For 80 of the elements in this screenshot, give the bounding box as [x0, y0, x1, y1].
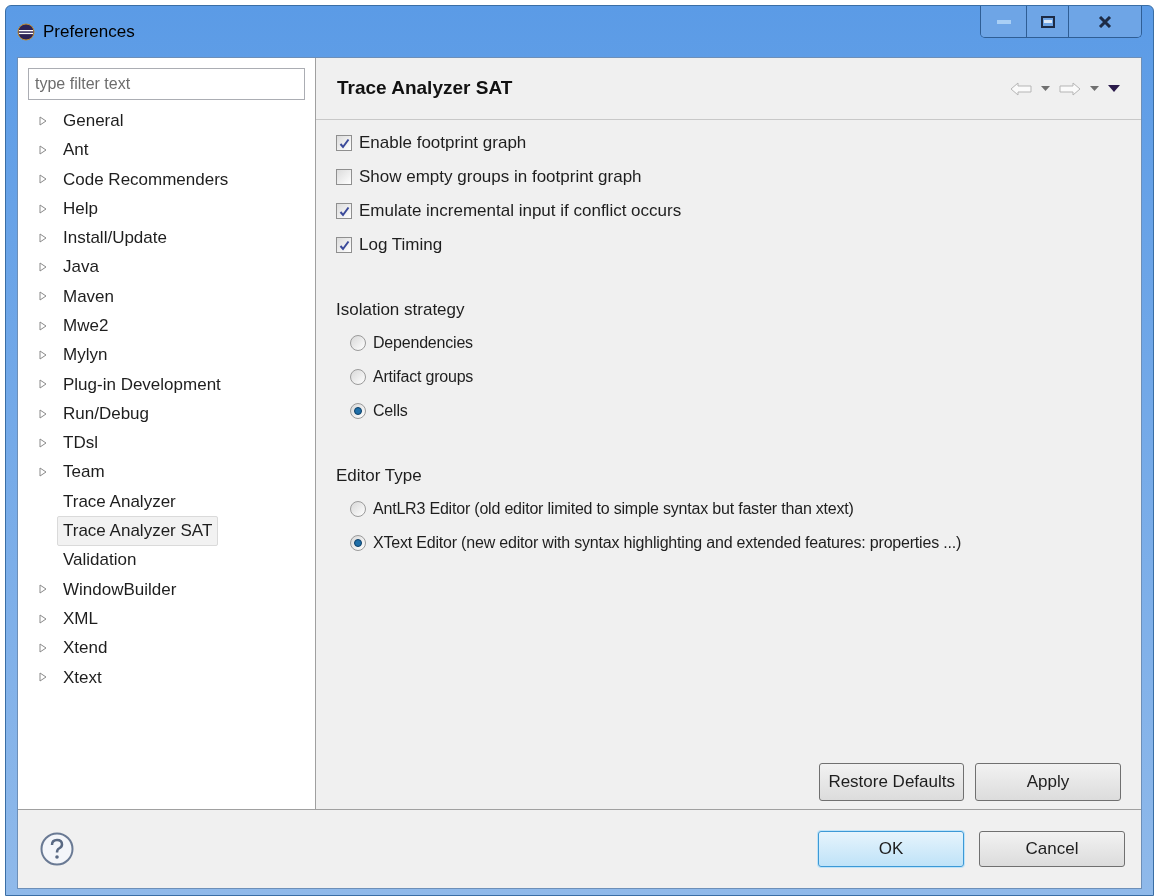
checkbox-label: Enable footprint graph [359, 132, 527, 155]
tree-item[interactable]: Validation [57, 545, 143, 575]
expand-icon[interactable] [38, 262, 47, 273]
checkmark-icon [338, 205, 350, 217]
close-icon [1098, 15, 1112, 28]
filter-field[interactable]: type filter text [28, 68, 305, 100]
minimize-icon [996, 19, 1011, 24]
minimize-button[interactable] [981, 6, 1027, 37]
app-icon [17, 22, 35, 41]
radio-label: Artifact groups [373, 367, 474, 387]
tree-item[interactable]: Help [57, 193, 104, 224]
tree-item[interactable]: XML [57, 603, 104, 634]
tree-item[interactable]: Trace Analyzer [57, 486, 182, 517]
tree-item[interactable]: Trace Analyzer SAT [57, 516, 219, 546]
expand-icon[interactable] [38, 320, 47, 331]
menu-icon[interactable] [1108, 85, 1120, 92]
tree-item[interactable]: Code Recommenders [57, 164, 235, 194]
close-button[interactable] [1069, 6, 1141, 37]
tree-item[interactable]: Mwe2 [57, 311, 115, 341]
checkbox[interactable] [336, 169, 352, 185]
expand-icon[interactable] [38, 232, 47, 243]
expand-icon[interactable] [38, 672, 47, 683]
expand-icon[interactable] [38, 643, 47, 653]
expand-icon[interactable] [38, 613, 47, 624]
radio-button[interactable] [350, 501, 366, 517]
action-button[interactable]: Apply [975, 763, 1121, 801]
tree-item[interactable]: Mylyn [57, 340, 114, 370]
radio-label: XText Editor (new editor with syntax highlighting and extended features: properties ...) [373, 533, 962, 553]
expand-icon[interactable] [38, 203, 47, 214]
radio-button[interactable] [350, 335, 366, 351]
radio-button[interactable] [350, 535, 366, 551]
dropdown-icon[interactable] [1041, 86, 1050, 91]
tree-item[interactable]: Xtext [57, 662, 108, 693]
radio-button[interactable] [350, 369, 366, 385]
group-label: Isolation strategy [336, 299, 466, 322]
forward-arrow-icon[interactable] [1059, 81, 1081, 96]
maximize-button[interactable] [1027, 6, 1069, 37]
expand-icon[interactable] [38, 174, 47, 185]
expand-icon[interactable] [38, 144, 47, 155]
expand-icon[interactable] [38, 379, 47, 390]
back-arrow-icon[interactable] [1010, 81, 1032, 96]
checkbox[interactable] [336, 237, 352, 253]
tree-item[interactable]: General [57, 105, 130, 136]
checkbox[interactable] [336, 203, 352, 219]
tree-item[interactable]: Team [57, 457, 111, 487]
tree-item[interactable]: WindowBuilder [57, 574, 183, 605]
expand-icon[interactable] [38, 467, 47, 478]
expand-icon[interactable] [38, 291, 47, 302]
radio-label: AntLR3 Editor (old editor limited to simple syntax but faster than xtext) [373, 499, 854, 519]
action-button[interactable]: Restore Defaults [819, 763, 964, 801]
checkmark-icon [338, 137, 350, 149]
radio-label: Cells [373, 401, 408, 421]
tree-item[interactable]: Java [57, 252, 105, 282]
checkbox-label: Show empty groups in footprint graph [359, 166, 642, 189]
dialog-button[interactable]: OK [818, 831, 964, 867]
checkbox-label: Emulate incremental input if conflict occurs [359, 200, 682, 223]
maximize-icon [1040, 15, 1055, 28]
help-icon[interactable] [40, 832, 74, 866]
dialog-button[interactable]: Cancel [979, 831, 1125, 867]
group-label: Editor Type [336, 465, 423, 488]
tree-item[interactable]: TDsl [57, 428, 104, 458]
tree-item[interactable]: Install/Update [57, 223, 173, 253]
checkbox-label: Log Timing [359, 234, 443, 257]
radio-label: Dependencies [373, 333, 473, 353]
tree-item[interactable]: Maven [57, 281, 121, 312]
tree-item[interactable]: Xtend [57, 633, 114, 663]
checkbox[interactable] [336, 135, 352, 151]
expand-icon[interactable] [38, 437, 47, 448]
dropdown-icon[interactable] [1090, 86, 1099, 91]
expand-icon[interactable] [38, 115, 47, 126]
tree-item[interactable]: Ant [57, 135, 95, 165]
page-title: Trace Analyzer SAT [337, 76, 513, 101]
tree-item[interactable]: Plug-in Development [57, 369, 227, 400]
expand-icon[interactable] [38, 350, 47, 360]
expand-icon[interactable] [38, 408, 47, 419]
checkmark-icon [338, 239, 350, 251]
radio-button[interactable] [350, 403, 366, 419]
window-title: Preferences [43, 20, 135, 43]
expand-icon[interactable] [38, 584, 47, 595]
tree-item[interactable]: Run/Debug [57, 398, 155, 429]
